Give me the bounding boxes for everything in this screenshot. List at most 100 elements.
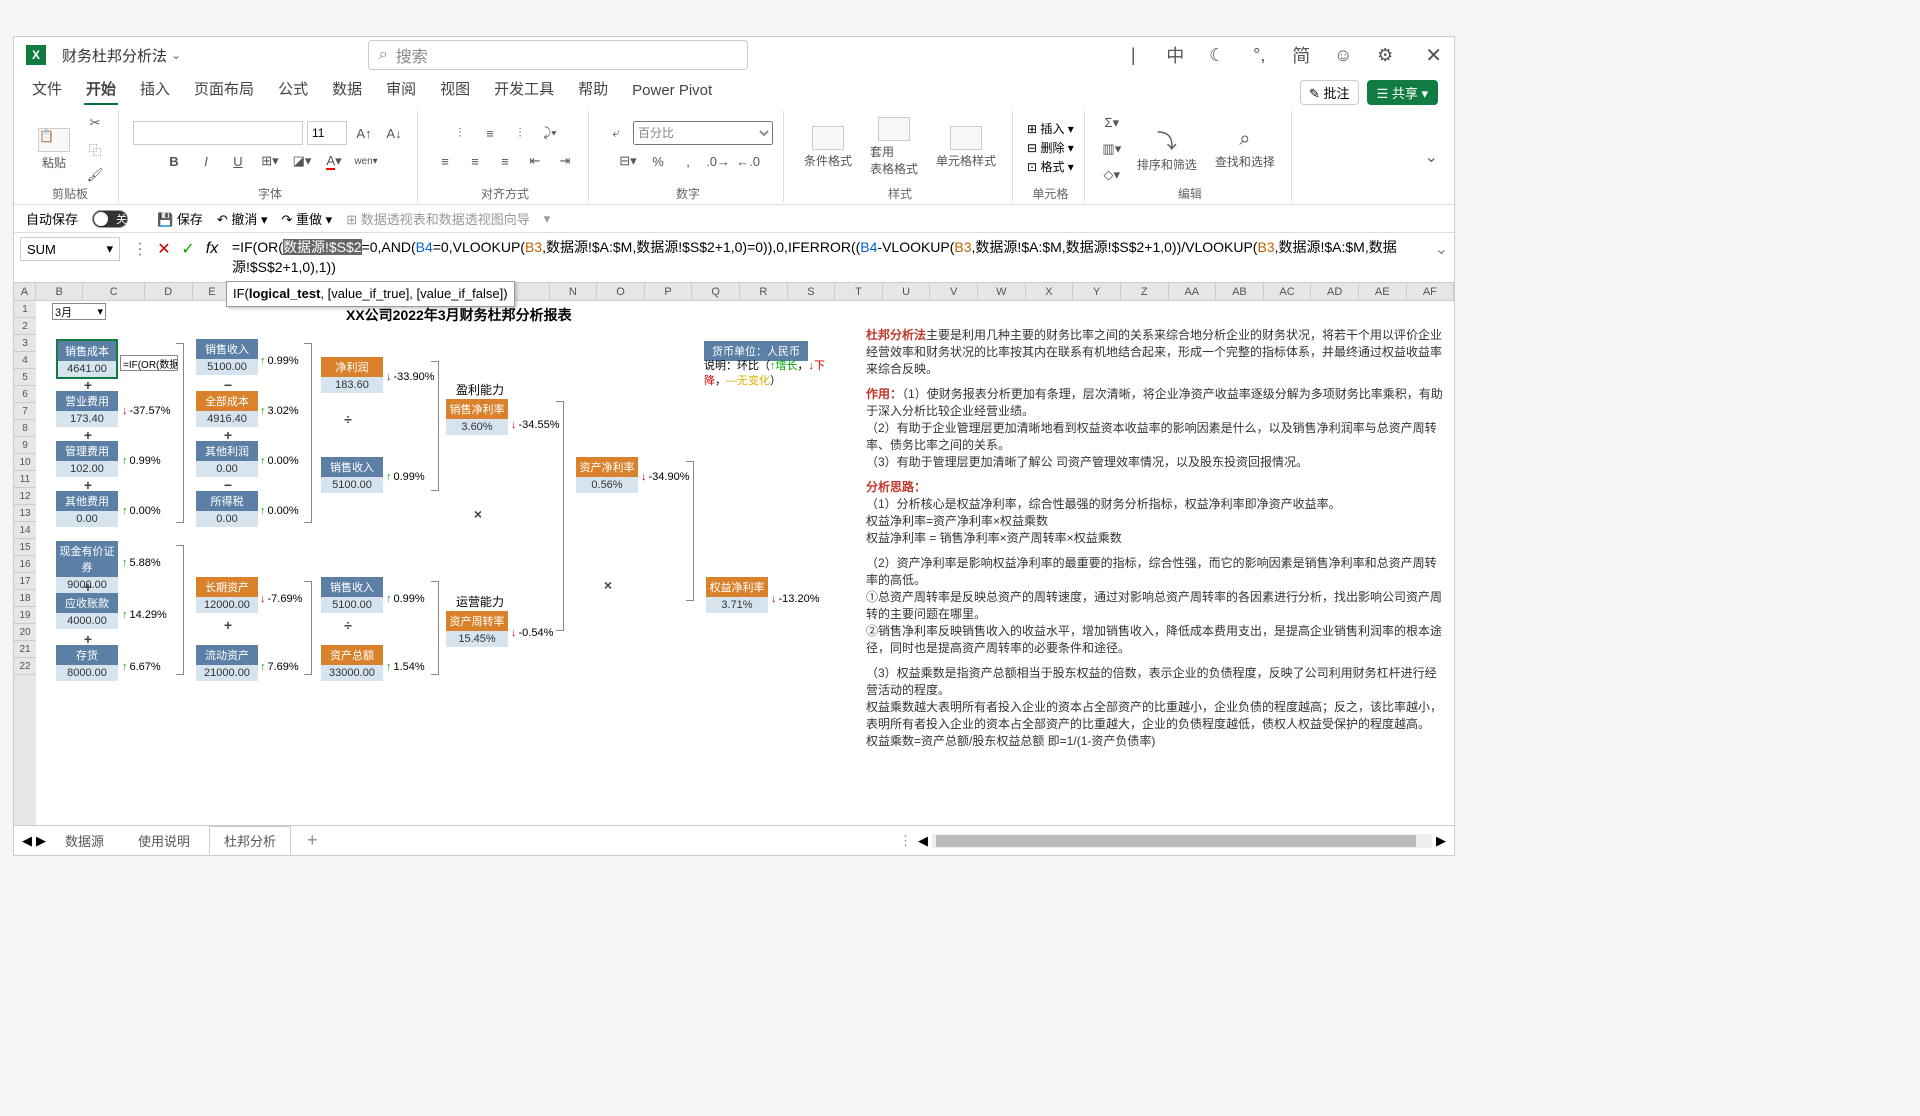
- emoji-icon[interactable]: ☺: [1331, 43, 1355, 67]
- col-header[interactable]: B: [36, 283, 84, 300]
- formula-input[interactable]: =IF(OR(数据源!$S$2=0,AND(B4=0,VLOOKUP(B3,数据…: [226, 233, 1429, 281]
- format-painter-icon[interactable]: 🖌: [82, 163, 108, 187]
- col-header[interactable]: AD: [1311, 283, 1359, 300]
- tab-powerpivot[interactable]: Power Pivot: [630, 78, 714, 105]
- comma-style-icon[interactable]: ,: [675, 149, 701, 173]
- fbar-dropdown-icon[interactable]: ⋮: [130, 239, 150, 259]
- tab-formula[interactable]: 公式: [276, 74, 310, 105]
- table-format-button[interactable]: 套用 表格格式: [864, 115, 924, 179]
- indent-in-icon[interactable]: ⇥: [552, 149, 578, 173]
- undo-button[interactable]: ↶ 撤消 ▾: [217, 209, 268, 228]
- row-header[interactable]: 15: [14, 539, 36, 556]
- row-header[interactable]: 18: [14, 590, 36, 607]
- row-header[interactable]: 21: [14, 641, 36, 658]
- inc-decimal-icon[interactable]: .0→: [705, 149, 731, 173]
- annotate-button[interactable]: ✎ 批注: [1300, 80, 1359, 105]
- row-header[interactable]: 12: [14, 488, 36, 505]
- col-header[interactable]: O: [597, 283, 645, 300]
- col-header[interactable]: AF: [1407, 283, 1455, 300]
- pivot-wizard-button[interactable]: ⊞ 数据透视表和数据透视图向导: [346, 209, 530, 228]
- insert-cells-button[interactable]: ⊞ 插入 ▾: [1027, 120, 1074, 137]
- horizontal-scrollbar[interactable]: [932, 834, 1432, 848]
- row-header[interactable]: 4: [14, 352, 36, 369]
- row-header[interactable]: 11: [14, 471, 36, 488]
- align-right-icon[interactable]: ≡: [492, 149, 518, 173]
- close-icon[interactable]: ✕: [1425, 43, 1442, 68]
- name-box[interactable]: SUM▾: [20, 237, 120, 261]
- clear-icon[interactable]: ◇▾: [1099, 163, 1125, 187]
- row-header[interactable]: 14: [14, 522, 36, 539]
- row-header[interactable]: 1: [14, 301, 36, 318]
- decrease-font-icon[interactable]: A↓: [381, 121, 407, 145]
- cancel-formula-icon[interactable]: ✕: [154, 239, 174, 259]
- col-header[interactable]: A: [14, 283, 36, 300]
- col-header[interactable]: U: [883, 283, 931, 300]
- sheet-prev-icon[interactable]: ◀: [22, 833, 32, 849]
- redo-button[interactable]: ↷ 重做 ▾: [282, 209, 333, 228]
- paste-button[interactable]: 📋粘贴: [32, 126, 76, 173]
- ime-lang-icon[interactable]: 中: [1163, 43, 1187, 67]
- month-select[interactable]: 3月▾: [52, 303, 106, 320]
- collapse-ribbon-icon[interactable]: ⌄: [1417, 147, 1446, 167]
- ime-bar-icon[interactable]: |: [1121, 43, 1145, 67]
- sheet-tab-1[interactable]: 数据源: [50, 826, 119, 855]
- moon-icon[interactable]: ☾: [1205, 43, 1229, 67]
- doc-title[interactable]: 财务杜邦分析法: [62, 45, 167, 66]
- row-header[interactable]: 3: [14, 335, 36, 352]
- sheet-tab-3[interactable]: 杜邦分析: [209, 826, 291, 855]
- dec-decimal-icon[interactable]: ←.0: [735, 149, 761, 173]
- col-header[interactable]: V: [930, 283, 978, 300]
- font-name-input[interactable]: [133, 121, 303, 145]
- col-header[interactable]: D: [145, 283, 193, 300]
- font-size-input[interactable]: [307, 121, 347, 145]
- col-header[interactable]: P: [645, 283, 693, 300]
- settings-icon[interactable]: ⚙: [1373, 43, 1397, 67]
- row-header[interactable]: 10: [14, 454, 36, 471]
- fill-icon[interactable]: ▥▾: [1099, 137, 1125, 161]
- cell-style-button[interactable]: 单元格样式: [930, 124, 1002, 171]
- cell-editing[interactable]: =IF(OR(数据: [120, 355, 178, 371]
- find-select-button[interactable]: ⌕查找和选择: [1209, 126, 1281, 172]
- tab-help[interactable]: 帮助: [576, 74, 610, 105]
- border-button[interactable]: ⊞▾: [257, 149, 283, 173]
- col-header[interactable]: T: [835, 283, 883, 300]
- underline-button[interactable]: U: [225, 149, 251, 173]
- increase-font-icon[interactable]: A↑: [351, 121, 377, 145]
- row-header[interactable]: 7: [14, 403, 36, 420]
- wrap-text-icon[interactable]: ⤶: [603, 121, 629, 145]
- row-header[interactable]: 22: [14, 658, 36, 675]
- row-header[interactable]: 16: [14, 556, 36, 573]
- tab-layout[interactable]: 页面布局: [192, 74, 256, 105]
- qat-more-icon[interactable]: ▾: [544, 211, 551, 227]
- col-header[interactable]: AC: [1264, 283, 1312, 300]
- phonetic-button[interactable]: wen▾: [353, 149, 379, 173]
- sheet-next-icon[interactable]: ▶: [36, 833, 46, 849]
- col-header[interactable]: Z: [1121, 283, 1169, 300]
- fill-color-button[interactable]: ◪▾: [289, 149, 315, 173]
- fx-icon[interactable]: fx: [202, 239, 222, 259]
- align-bot-icon[interactable]: ⫶: [507, 121, 533, 145]
- number-format-select[interactable]: 百分比: [633, 121, 773, 145]
- tab-review[interactable]: 审阅: [384, 74, 418, 105]
- align-center-icon[interactable]: ≡: [462, 149, 488, 173]
- align-left-icon[interactable]: ≡: [432, 149, 458, 173]
- sort-filter-button[interactable]: ⤵排序和筛选: [1131, 123, 1203, 175]
- row-header[interactable]: 9: [14, 437, 36, 454]
- currency-icon[interactable]: %: [645, 149, 671, 173]
- share-button[interactable]: ☰ 共享 ▾: [1367, 80, 1438, 105]
- align-mid-icon[interactable]: ≡: [477, 121, 503, 145]
- format-cells-button[interactable]: ⊡ 格式 ▾: [1027, 158, 1074, 175]
- italic-button[interactable]: I: [193, 149, 219, 173]
- autosum-icon[interactable]: Σ▾: [1099, 111, 1125, 135]
- tab-data[interactable]: 数据: [330, 74, 364, 105]
- tab-view[interactable]: 视图: [438, 74, 472, 105]
- tab-dev[interactable]: 开发工具: [492, 74, 556, 105]
- col-header[interactable]: S: [788, 283, 836, 300]
- expand-formula-icon[interactable]: ⌄: [1429, 233, 1454, 265]
- col-header[interactable]: [510, 283, 550, 300]
- col-header[interactable]: AA: [1169, 283, 1217, 300]
- row-header[interactable]: 13: [14, 505, 36, 522]
- row-header[interactable]: 5: [14, 369, 36, 386]
- save-button[interactable]: 💾 保存: [157, 209, 203, 228]
- tab-insert[interactable]: 插入: [138, 74, 172, 105]
